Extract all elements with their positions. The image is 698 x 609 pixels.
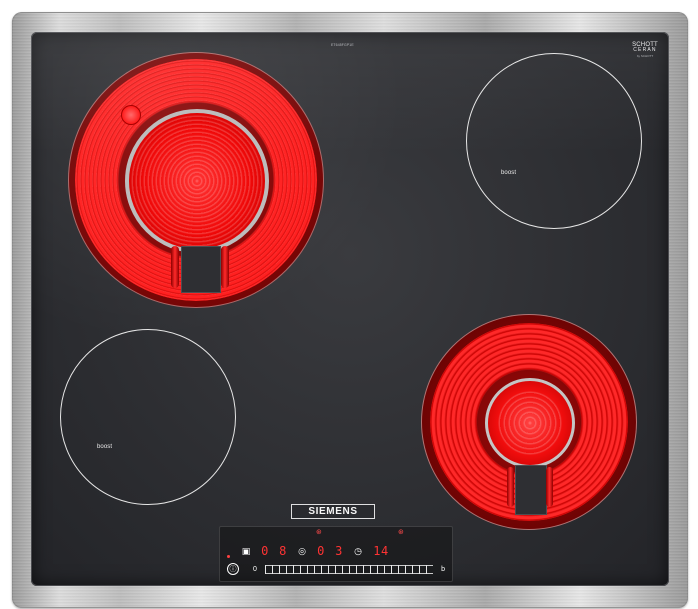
zone-4-display: 3 xyxy=(335,544,343,558)
zone-3-display: 0 xyxy=(317,544,325,558)
front-right-zone-label: boost xyxy=(501,170,517,176)
back-right-terminal-right xyxy=(546,467,553,507)
panel-top-mark-right: ⊛ xyxy=(398,529,404,536)
back-left-zone-label: boost xyxy=(97,444,113,450)
schott-bottom-label: CERAN xyxy=(633,47,657,53)
back-right-terminal-left xyxy=(507,467,514,507)
slider-end-label: b xyxy=(441,565,445,573)
power-button-icon[interactable]: ⓘ xyxy=(227,563,239,575)
hob-image-stage: ET645FGP1E SCHOTT CERAN by SCHOTT boost … xyxy=(0,0,698,609)
zone-1-display: 0 xyxy=(261,544,269,558)
back-left-cooking-zone[interactable] xyxy=(60,329,236,505)
front-left-terminal-left xyxy=(171,246,179,288)
front-right-cooking-zone[interactable] xyxy=(466,53,642,229)
front-left-terminal-right xyxy=(221,246,229,288)
mode-icon[interactable]: ◎ xyxy=(296,545,308,557)
brand-logo: SIEMENS xyxy=(291,504,375,519)
display-row: ▣ 0 8 ◎ 0 3 ◷ 14 xyxy=(240,543,390,559)
schott-ceran-logo: SCHOTT CERAN by SCHOTT xyxy=(629,42,661,58)
front-left-center-core xyxy=(121,105,141,125)
zone-select-icon[interactable]: ▣ xyxy=(240,545,252,557)
control-panel[interactable]: ⊛ ⊛ ▣ 0 8 ◎ 0 3 ◷ 14 ⓘ 0 b xyxy=(219,526,453,582)
front-left-terminal-gap xyxy=(181,246,221,293)
back-right-inner-ring xyxy=(485,378,575,468)
panel-top-mark-left: ⊛ xyxy=(316,529,322,536)
panel-bottom-controls: ⓘ 0 b xyxy=(227,562,445,576)
timer-icon[interactable]: ◷ xyxy=(352,545,364,557)
back-right-heating-zone[interactable] xyxy=(421,314,637,530)
front-left-inner-ring xyxy=(125,109,269,253)
slider-start-label: 0 xyxy=(253,565,257,573)
power-indicator-dot xyxy=(227,555,230,558)
timer-display: 14 xyxy=(373,544,389,558)
schott-sub-label: by SCHOTT xyxy=(636,54,654,58)
glass-ceramic-surface: ET645FGP1E SCHOTT CERAN by SCHOTT boost … xyxy=(31,32,669,586)
back-right-terminal-gap xyxy=(515,465,547,515)
front-left-heating-zone[interactable] xyxy=(68,52,324,308)
zone-2-display: 8 xyxy=(279,544,287,558)
power-slider[interactable] xyxy=(264,564,434,574)
model-mark: ET645FGP1E xyxy=(331,43,354,47)
